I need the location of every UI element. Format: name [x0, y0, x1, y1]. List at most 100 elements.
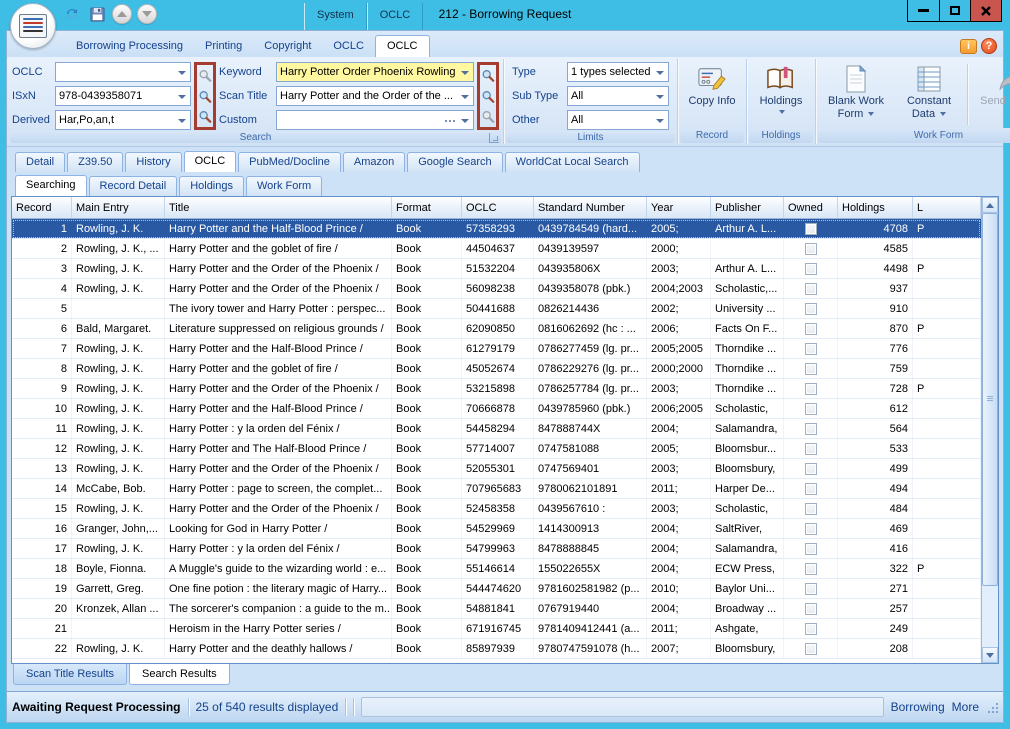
column-header-year[interactable]: Year — [647, 197, 711, 218]
more-link[interactable]: More — [952, 700, 979, 714]
table-row[interactable]: 11Rowling, J. K.Harry Potter : y la orde… — [12, 419, 981, 439]
ribbon-tab-printing[interactable]: Printing — [194, 36, 253, 57]
owned-checkbox[interactable] — [805, 603, 817, 615]
owned-checkbox[interactable] — [805, 283, 817, 295]
table-row[interactable]: 15Rowling, J. K.Harry Potter and the Ord… — [12, 499, 981, 519]
sub-type-field[interactable]: All — [567, 86, 669, 106]
tab-history[interactable]: History — [125, 152, 181, 172]
ribbon-tab-copyright[interactable]: Copyright — [253, 36, 322, 57]
table-row[interactable]: 8Rowling, J. K.Harry Potter and the gobl… — [12, 359, 981, 379]
owned-checkbox[interactable] — [805, 383, 817, 395]
table-row[interactable]: 14McCabe, Bob.Harry Potter : page to scr… — [12, 479, 981, 499]
owned-checkbox[interactable] — [805, 343, 817, 355]
tab-z39-50[interactable]: Z39.50 — [67, 152, 123, 172]
ribbon-tab-oclc[interactable]: OCLC — [375, 35, 430, 57]
owned-checkbox[interactable] — [805, 563, 817, 575]
blank-work-form-button[interactable]: Blank Work Form — [820, 62, 892, 127]
owned-checkbox[interactable] — [805, 523, 817, 535]
scrollbar-track[interactable] — [982, 213, 998, 647]
copy-info-button[interactable]: Copy Info — [682, 62, 742, 127]
contextual-tab-system[interactable]: System — [304, 3, 367, 30]
other-field[interactable]: All — [567, 110, 669, 130]
table-row[interactable]: 16Granger, John,...Looking for God in Ha… — [12, 519, 981, 539]
owned-checkbox[interactable] — [805, 363, 817, 375]
table-row[interactable]: 3Rowling, J. K.Harry Potter and the Orde… — [12, 259, 981, 279]
bottom-tab-scan-title-results[interactable]: Scan Title Results — [13, 664, 127, 685]
table-row[interactable]: 12Rowling, J. K.Harry Potter and The Hal… — [12, 439, 981, 459]
derived-field[interactable]: Har,Po,an,t — [55, 110, 191, 130]
owned-checkbox[interactable] — [805, 643, 817, 655]
owned-checkbox[interactable] — [805, 223, 817, 235]
isxn-field[interactable]: 978-0439358071 — [55, 86, 191, 106]
table-row[interactable]: 9Rowling, J. K.Harry Potter and the Orde… — [12, 379, 981, 399]
subtab-work-form[interactable]: Work Form — [246, 176, 322, 196]
tab-amazon[interactable]: Amazon — [343, 152, 405, 172]
save-icon[interactable] — [87, 4, 107, 24]
minimize-button[interactable] — [908, 0, 939, 21]
previous-request-icon[interactable] — [112, 4, 132, 24]
column-header-main-entry[interactable]: Main Entry — [72, 197, 165, 218]
owned-checkbox[interactable] — [805, 263, 817, 275]
chevron-down-icon[interactable] — [656, 95, 664, 99]
vertical-scrollbar[interactable] — [981, 197, 998, 663]
chevron-down-icon[interactable] — [461, 71, 469, 75]
contextual-tab-oclc[interactable]: OCLC — [367, 3, 424, 30]
scroll-up-icon[interactable] — [982, 197, 998, 213]
column-header-title[interactable]: Title — [165, 197, 392, 218]
table-row[interactable]: 22Rowling, J. K.Harry Potter and the dea… — [12, 639, 981, 659]
constant-data-button[interactable]: Constant Data — [896, 62, 962, 127]
table-row[interactable]: 1Rowling, J. K.Harry Potter and the Half… — [12, 219, 981, 239]
subtab-holdings[interactable]: Holdings — [179, 176, 244, 196]
search-isxn-button[interactable] — [198, 87, 212, 106]
chevron-down-icon[interactable] — [178, 71, 186, 75]
column-header-format[interactable]: Format — [392, 197, 462, 218]
ribbon-tab-oclc[interactable]: OCLC — [322, 36, 375, 57]
owned-checkbox[interactable] — [805, 623, 817, 635]
tab-detail[interactable]: Detail — [15, 152, 65, 172]
table-row[interactable]: 2Rowling, J. K., ...Harry Potter and the… — [12, 239, 981, 259]
tab-pubmed-docline[interactable]: PubMed/Docline — [238, 152, 341, 172]
chevron-down-icon[interactable] — [461, 95, 469, 99]
search-scan-title-button[interactable] — [481, 87, 495, 106]
table-row[interactable]: 13Rowling, J. K.Harry Potter and the Ord… — [12, 459, 981, 479]
table-row[interactable]: 5The ivory tower and Harry Potter : pers… — [12, 299, 981, 319]
oclc-field[interactable] — [55, 62, 191, 82]
owned-checkbox[interactable] — [805, 543, 817, 555]
owned-checkbox[interactable] — [805, 243, 817, 255]
column-header-record[interactable]: Record — [12, 197, 72, 218]
table-row[interactable]: 6Bald, Margaret.Literature suppressed on… — [12, 319, 981, 339]
search-oclc-button[interactable] — [198, 66, 212, 85]
owned-checkbox[interactable] — [805, 443, 817, 455]
custom-field[interactable] — [276, 110, 474, 130]
owned-checkbox[interactable] — [805, 423, 817, 435]
search-keyword-button[interactable] — [481, 66, 495, 85]
column-header-standard-number[interactable]: Standard Number — [534, 197, 647, 218]
type-field[interactable]: 1 types selected — [567, 62, 669, 82]
scroll-down-icon[interactable] — [982, 647, 998, 663]
owned-checkbox[interactable] — [805, 583, 817, 595]
resize-grip-icon[interactable] — [986, 701, 998, 713]
ellipsis-icon[interactable] — [445, 120, 457, 123]
ribbon-tab-borrowing-processing[interactable]: Borrowing Processing — [65, 36, 194, 57]
table-row[interactable]: 4Rowling, J. K.Harry Potter and the Orde… — [12, 279, 981, 299]
holdings-button[interactable]: Holdings — [751, 62, 811, 127]
next-request-icon[interactable] — [137, 4, 157, 24]
column-header-l[interactable]: L — [913, 197, 981, 218]
subtab-record-detail[interactable]: Record Detail — [89, 176, 178, 196]
tab-oclc[interactable]: OCLC — [184, 151, 237, 172]
refresh-icon[interactable] — [62, 4, 82, 24]
table-row[interactable]: 19Garrett, Greg.One fine potion : the li… — [12, 579, 981, 599]
maximize-button[interactable] — [939, 0, 970, 21]
column-header-oclc[interactable]: OCLC — [462, 197, 534, 218]
chevron-down-icon[interactable] — [656, 119, 664, 123]
borrowing-link[interactable]: Borrowing — [891, 700, 945, 714]
tip-icon[interactable]: i — [960, 39, 977, 54]
search-custom-button[interactable] — [481, 107, 495, 126]
search-dialog-launcher-icon[interactable] — [489, 133, 499, 143]
tab-google-search[interactable]: Google Search — [407, 152, 502, 172]
tab-worldcat-local-search[interactable]: WorldCat Local Search — [505, 152, 640, 172]
scrollbar-thumb[interactable] — [982, 213, 998, 586]
table-row[interactable]: 7Rowling, J. K.Harry Potter and the Half… — [12, 339, 981, 359]
application-menu-button[interactable] — [10, 3, 56, 49]
table-row[interactable]: 20Kronzek, Allan ...The sorcerer's compa… — [12, 599, 981, 619]
